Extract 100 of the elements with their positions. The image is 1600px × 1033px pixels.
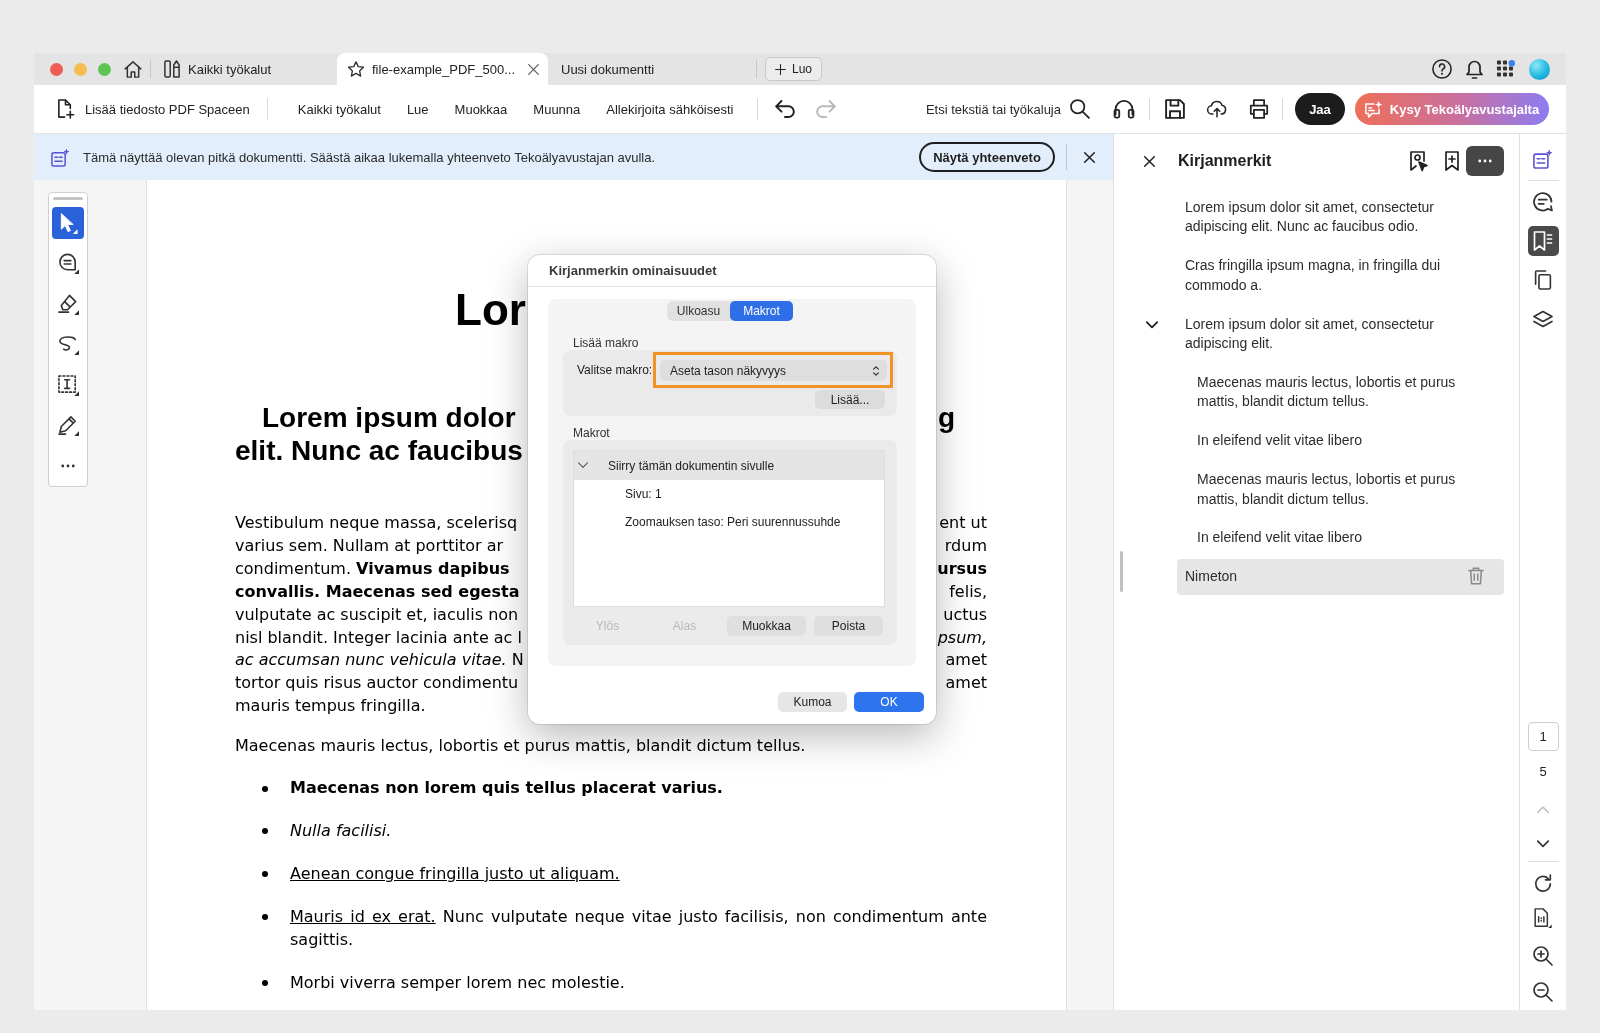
pages-icon bbox=[1533, 270, 1553, 290]
text-select-icon bbox=[57, 374, 79, 396]
body-text: amet bbox=[945, 649, 987, 672]
body-text: condimentum. Vivamus dapibus bbox=[235, 557, 510, 580]
bookmark-item[interactable]: Maecenas mauris lectus, lobortis et purus mattis, blandit dictum tellus. bbox=[1189, 364, 1504, 420]
window-close-icon[interactable] bbox=[49, 62, 63, 76]
bell-icon[interactable] bbox=[1466, 59, 1483, 79]
summary-button[interactable]: Näytä yhteenveto bbox=[919, 142, 1055, 172]
page-number-field[interactable]: 1 bbox=[1527, 722, 1559, 751]
trash-icon[interactable] bbox=[1468, 567, 1484, 586]
page-count: 5 bbox=[1539, 763, 1547, 781]
rotate-icon[interactable] bbox=[1533, 874, 1553, 894]
tools-icon bbox=[164, 60, 180, 78]
macro-detail[interactable]: Zoomauksen taso: Peri suurennussuhde bbox=[574, 508, 884, 536]
new-button[interactable]: Luo bbox=[765, 57, 822, 81]
help-icon[interactable] bbox=[1432, 59, 1452, 79]
body-text: convallis. Maecenas sed egesta bbox=[235, 580, 520, 603]
list-item-text: Morbi viverra semper lorem nec molestie. bbox=[290, 971, 626, 994]
document-heading: Lorem ipsum dolor bbox=[262, 401, 516, 434]
document-heading: g bbox=[937, 401, 955, 434]
star-icon bbox=[348, 60, 364, 78]
add-to-space-button[interactable]: Lisää tiedosto PDF Spaceen bbox=[56, 99, 250, 119]
menu-item[interactable]: Muunna bbox=[526, 97, 588, 121]
list-action-button[interactable]: Poista bbox=[814, 616, 883, 636]
add-bookmark-icon[interactable] bbox=[1445, 151, 1459, 171]
body-text: tortor quis risus auctor condimentu bbox=[235, 672, 519, 695]
document-plus-icon bbox=[56, 99, 76, 119]
bookmark-item[interactable]: Lorem ipsum dolor sit amet, consectetur adipiscing elit. bbox=[1177, 306, 1504, 362]
ai-chat-icon bbox=[1364, 100, 1383, 118]
bullet-icon bbox=[262, 828, 268, 835]
save-icon[interactable] bbox=[1165, 99, 1185, 119]
section-label: Lisää makro bbox=[572, 336, 639, 350]
bookmark-item[interactable]: Nimeton bbox=[1177, 559, 1504, 595]
fit-page-icon[interactable] bbox=[1534, 908, 1552, 928]
close-icon[interactable] bbox=[1084, 151, 1095, 163]
pen-icon bbox=[57, 415, 79, 436]
document-heading: elit. Nunc ac faucibus bbox=[235, 434, 523, 467]
print-icon[interactable] bbox=[1249, 99, 1269, 119]
body-text: Vestibulum neque massa, scelerisq bbox=[235, 512, 518, 534]
dialog-title: Kirjanmerkin ominaisuudet bbox=[528, 255, 936, 287]
cancel-button[interactable]: Kumoa bbox=[778, 692, 847, 712]
bookmark-item[interactable]: Lorem ipsum dolor sit amet, consectetur adipiscing elit. Nunc ac faucibus odio. bbox=[1177, 190, 1504, 245]
body-text: psum, bbox=[937, 626, 987, 649]
link[interactable]: Mauris id ex erat. bbox=[290, 906, 436, 926]
menu-item[interactable]: Kaikki työkalut bbox=[290, 97, 388, 121]
headphones-icon[interactable] bbox=[1114, 99, 1134, 119]
body-text: nisl blandit. Integer lacinia ante ac l bbox=[235, 626, 522, 649]
bookmark-item[interactable]: Maecenas mauris lectus, lobortis et purus mattis, blandit dictum tellus. bbox=[1189, 462, 1504, 517]
share-button[interactable]: Jaa bbox=[1295, 93, 1345, 125]
bookmark-pointer-icon[interactable] bbox=[1409, 151, 1429, 171]
apps-grid-icon[interactable] bbox=[1497, 60, 1515, 78]
chevron-down-icon[interactable] bbox=[1537, 840, 1549, 848]
browser-tab[interactable]: Kaikki työkalut bbox=[151, 53, 337, 85]
cloud-upload-icon[interactable] bbox=[1207, 99, 1227, 119]
banner-text: Tämä näyttää olevan pitkä dokumentti. Säästä aikaa lukemalla yhteenveto Tekoälyavustajan avulla. bbox=[83, 149, 656, 165]
ok-button[interactable]: OK bbox=[854, 692, 924, 712]
undo-icon[interactable] bbox=[775, 99, 796, 119]
list-item-text: Maecenas non lorem quis tellus placerat varius. bbox=[290, 777, 724, 800]
list-item-text: Mauris id ex erat. Nunc vulputate neque vitae justo facilisis, non condimentum ante sagittis. bbox=[290, 905, 987, 951]
document-title: Lor bbox=[455, 284, 526, 336]
zoom-in-icon[interactable] bbox=[1533, 946, 1553, 966]
bullet-icon bbox=[262, 871, 268, 878]
more-button[interactable] bbox=[1466, 146, 1504, 176]
close-icon[interactable] bbox=[528, 63, 539, 75]
bullet-icon bbox=[262, 980, 268, 987]
segment-tab[interactable]: Makrot bbox=[730, 301, 793, 321]
sidebar-tool-button[interactable] bbox=[1527, 226, 1559, 256]
browser-tab[interactable]: Uusi dokumentti bbox=[548, 53, 734, 85]
body-text: ent ut bbox=[939, 512, 987, 534]
menu-item[interactable]: Muokkaa bbox=[447, 97, 515, 121]
bullet-icon bbox=[262, 914, 268, 921]
macro-select[interactable]: Aseta tason näkyvyys bbox=[660, 360, 887, 381]
bookmark-item[interactable]: In eleifend velit vitae libero bbox=[1189, 423, 1504, 459]
tool-button[interactable] bbox=[52, 207, 84, 239]
link[interactable]: Aenean congue fringilla justo ut aliquam. bbox=[290, 862, 620, 886]
bookmark-item[interactable]: In eleifend velit vitae libero bbox=[1189, 520, 1504, 556]
list-action-button[interactable]: Muokkaa bbox=[727, 616, 806, 636]
body-text: ursus bbox=[937, 557, 987, 580]
resize-handle[interactable] bbox=[1120, 551, 1123, 592]
macro-detail[interactable]: Sivu: 1 bbox=[574, 480, 884, 508]
home-icon[interactable] bbox=[124, 60, 142, 78]
panel-title: Kirjanmerkit bbox=[1178, 152, 1272, 170]
drag-handle[interactable] bbox=[53, 197, 83, 200]
more-icon bbox=[61, 464, 75, 468]
bookmark-item[interactable]: Cras fringilla ipsum magna, in fringilla dui commodo a. bbox=[1177, 248, 1504, 304]
body-text: uctus bbox=[943, 603, 987, 626]
list-item-text: Nulla facilisi. bbox=[290, 819, 393, 842]
menu-item[interactable]: Lue bbox=[399, 97, 436, 121]
search-field[interactable]: Etsi tekstiä tai työkaluja bbox=[925, 99, 1090, 119]
body-text: rdum bbox=[944, 534, 987, 557]
close-icon[interactable] bbox=[1144, 155, 1155, 167]
chevron-down-icon[interactable] bbox=[1146, 320, 1158, 329]
macro-item[interactable]: Siirry tämän dokumentin sivulle bbox=[574, 451, 884, 480]
body-text: ac accumsan nunc vehicula vitae. N bbox=[235, 649, 524, 672]
menu-item[interactable]: Allekirjoita sähköisesti bbox=[599, 97, 741, 121]
comment-icon bbox=[57, 253, 79, 274]
segment-tab[interactable]: Ulkoasu bbox=[667, 301, 730, 321]
add-button[interactable]: Lisää... bbox=[815, 390, 885, 409]
browser-tab[interactable]: file-example_PDF_500... bbox=[337, 53, 548, 85]
zoom-out-icon[interactable] bbox=[1533, 982, 1553, 1002]
